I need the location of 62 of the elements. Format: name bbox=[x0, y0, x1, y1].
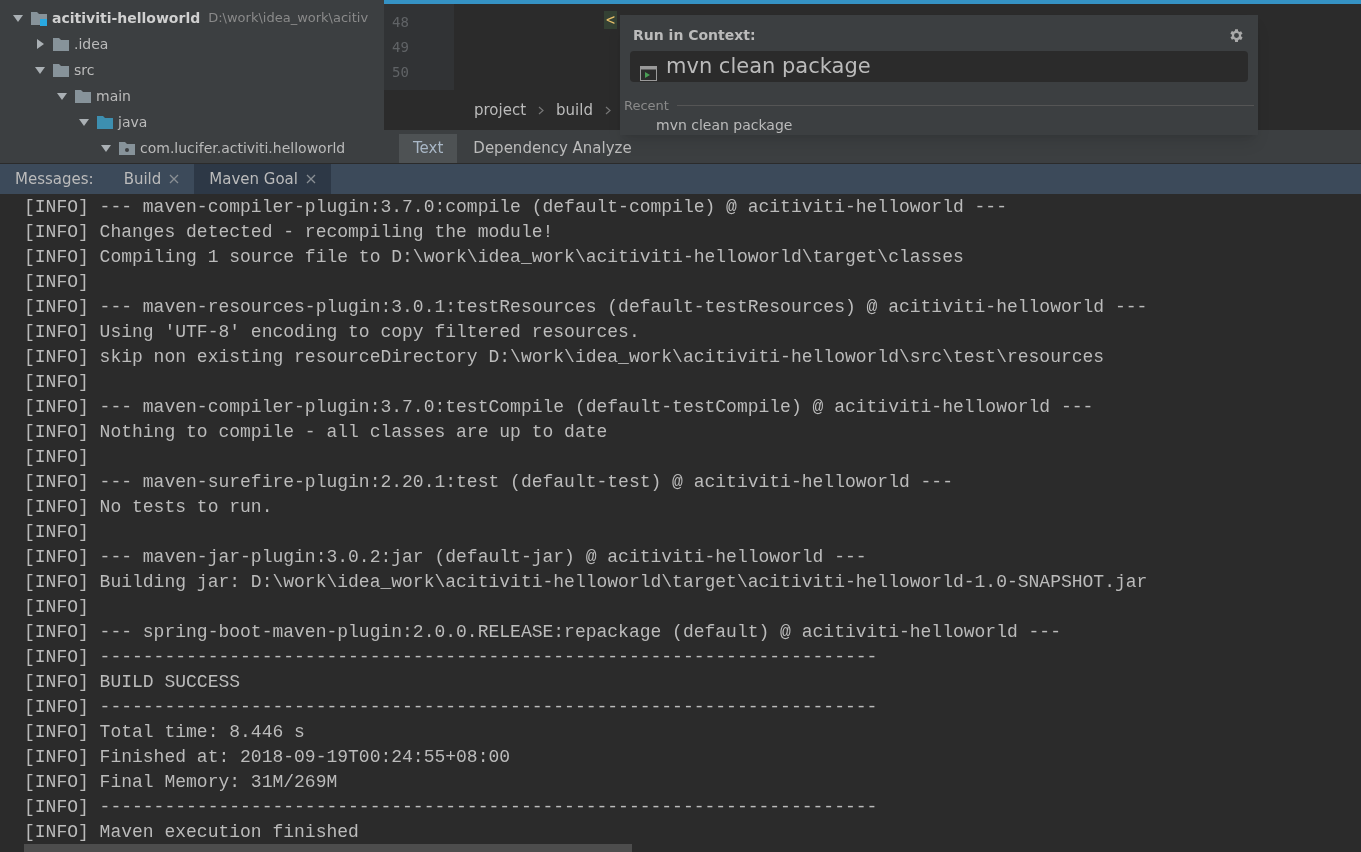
close-icon[interactable] bbox=[169, 174, 180, 184]
folder-icon bbox=[52, 36, 70, 52]
module-path: D:\work\idea_work\acitiv bbox=[208, 9, 369, 28]
chevron-icon bbox=[604, 105, 611, 115]
tree-item-label[interactable]: acitiviti-helloworld bbox=[52, 7, 201, 29]
terminal-run-icon bbox=[640, 66, 657, 81]
console-line: [INFO] BUILD SUCCESS bbox=[24, 671, 242, 694]
console-line: [INFO] bbox=[24, 446, 90, 469]
breadcrumb[interactable]: build bbox=[556, 98, 593, 122]
scrollbar[interactable] bbox=[24, 844, 632, 852]
folder-icon bbox=[30, 10, 48, 26]
console-line: [INFO] bbox=[24, 521, 90, 544]
console-line: [INFO] --- maven-jar-plugin:3.0.2:jar (default-jar) @ acitiviti-helloworld --- bbox=[24, 546, 868, 569]
console-line: [INFO] --- maven-compiler-plugin:3.7.0:testCompile (default-testCompile) @ acitiviti-helloworld --- bbox=[24, 396, 1095, 419]
command-field[interactable]: mvn clean package bbox=[630, 51, 1248, 82]
close-icon[interactable] bbox=[305, 174, 316, 184]
console-line: [INFO] bbox=[24, 596, 90, 619]
console-line: [INFO] bbox=[24, 271, 90, 294]
messages-tab[interactable]: Build bbox=[108, 164, 195, 194]
console-line: [INFO] --- spring-boot-maven-plugin:2.0.0.RELEASE:repackage (default) @ acitiviti-helloworld --- bbox=[24, 621, 1062, 644]
expand-arrow-icon[interactable] bbox=[56, 90, 70, 102]
code-text: < bbox=[604, 11, 618, 29]
folder-icon bbox=[52, 62, 70, 78]
messages-tab[interactable]: Maven Goal bbox=[194, 164, 331, 194]
console-line: [INFO] Total time: 8.446 s bbox=[24, 721, 306, 744]
section-label: Recent bbox=[624, 96, 669, 115]
console-line: [INFO] ------------------------------------------------------------------------ bbox=[24, 646, 879, 669]
tree-item-label[interactable]: java bbox=[118, 111, 148, 133]
chevron-icon bbox=[538, 105, 545, 115]
console-line: [INFO] --- maven-resources-plugin:3.0.1:testResources (default-testResources) @ acitiviti-helloworld --- bbox=[24, 296, 1149, 319]
console-line: [INFO] Nothing to compile - all classes are up to date bbox=[24, 421, 609, 444]
console-line: [INFO] bbox=[24, 371, 90, 394]
expand-arrow-icon[interactable] bbox=[12, 12, 26, 24]
messages-label: Messages: bbox=[14, 168, 95, 190]
expand-arrow-icon[interactable] bbox=[100, 142, 114, 154]
console-line: [INFO] Finished at: 2018-09-19T00:24:55+08:00 bbox=[24, 746, 512, 769]
console-line: [INFO] Using 'UTF-8' encoding to copy filtered resources. bbox=[24, 321, 641, 344]
expand-arrow-icon[interactable] bbox=[34, 64, 48, 76]
tree-item-label[interactable]: main bbox=[96, 85, 131, 107]
breadcrumb[interactable]: project bbox=[474, 98, 527, 122]
console-line: [INFO] Maven execution finished bbox=[24, 821, 360, 844]
console-line: [INFO] Final Memory: 31M/269M bbox=[24, 771, 339, 794]
popup-title: Run in Context: bbox=[633, 26, 756, 45]
recent-item[interactable]: mvn clean package bbox=[620, 115, 1258, 135]
console-line: [INFO] Compiling 1 source file to D:\work\idea_work\acitiviti-helloworld\target\classes bbox=[24, 246, 965, 269]
folder-icon bbox=[96, 114, 114, 130]
console-line: [INFO] skip non existing resourceDirectory D:\work\idea_work\acitiviti-helloworld\src\test\resources bbox=[24, 346, 1106, 369]
folder-icon bbox=[118, 140, 136, 156]
console-line: [INFO] --- maven-compiler-plugin:3.7.0:compile (default-compile) @ acitiviti-helloworld --- bbox=[24, 196, 1008, 219]
console-line: [INFO] No tests to run. bbox=[24, 496, 274, 519]
console-line: [INFO] ------------------------------------------------------------------------ bbox=[24, 696, 879, 719]
tree-item-label[interactable]: com.lucifer.activiti.helloworld bbox=[140, 137, 346, 159]
expand-arrow-icon[interactable] bbox=[78, 116, 92, 128]
console-line: [INFO] ------------------------------------------------------------------------ bbox=[24, 796, 879, 819]
console-line: [INFO] --- maven-surefire-plugin:2.20.1:test (default-test) @ acitiviti-helloworld --- bbox=[24, 471, 954, 494]
editor-tab[interactable]: Text bbox=[399, 134, 458, 163]
settings-icon[interactable] bbox=[1228, 27, 1245, 44]
console-line: [INFO] Building jar: D:\work\idea_work\acitiviti-helloworld\target\acitiviti-helloworld-1.0-SNAPSHOT.jar bbox=[24, 571, 1149, 594]
tree-item-label[interactable]: src bbox=[74, 59, 95, 81]
folder-icon bbox=[74, 88, 92, 104]
tree-item-label[interactable]: .idea bbox=[74, 33, 109, 55]
console-line: [INFO] Changes detected - recompiling the module! bbox=[24, 221, 555, 244]
